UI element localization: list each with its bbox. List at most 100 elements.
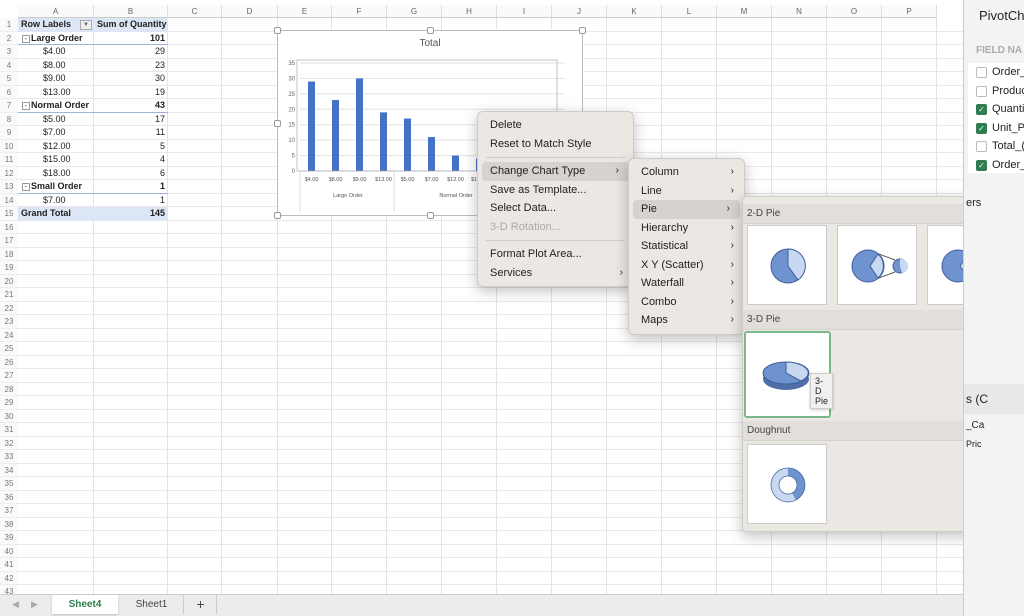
- row-header[interactable]: 39: [0, 531, 18, 545]
- resize-handle[interactable]: [579, 27, 586, 34]
- row-header[interactable]: 31: [0, 423, 18, 437]
- row-header[interactable]: 29: [0, 396, 18, 410]
- pivot-cell[interactable]: 30: [94, 72, 168, 86]
- pivot-cell[interactable]: $13.00: [40, 86, 94, 100]
- menu-save-template[interactable]: Save as Template...: [478, 181, 633, 200]
- menu-reset-style[interactable]: Reset to Match Style: [478, 135, 633, 154]
- field-checkbox[interactable]: ✓: [976, 122, 987, 134]
- row-header[interactable]: 37: [0, 504, 18, 518]
- chart-type-x-y-scatter-[interactable]: X Y (Scatter) ›: [629, 256, 744, 275]
- pivot-cell[interactable]: 23: [94, 59, 168, 73]
- 3d-pie-option[interactable]: 3-D Pie: [744, 331, 833, 418]
- column-header[interactable]: H: [442, 5, 497, 18]
- field-checkbox[interactable]: [976, 67, 987, 78]
- pivot-cell[interactable]: 145: [94, 207, 168, 221]
- pivot-cell[interactable]: $8.00: [40, 59, 94, 73]
- row-header[interactable]: 12: [0, 166, 18, 180]
- chart-type-maps[interactable]: Maps ›: [629, 311, 744, 330]
- menu-format-plot-area[interactable]: Format Plot Area...: [478, 245, 633, 264]
- row-header[interactable]: 2: [0, 31, 18, 45]
- row-header[interactable]: 16: [0, 220, 18, 234]
- row-header[interactable]: 1: [0, 18, 18, 32]
- row-header[interactable]: 35: [0, 477, 18, 491]
- bar[interactable]: [308, 81, 315, 171]
- pivot-cell[interactable]: 17: [94, 113, 168, 127]
- doughnut-option[interactable]: [747, 444, 827, 524]
- add-sheet-button[interactable]: +: [185, 595, 217, 614]
- scroll-left-icon[interactable]: ◀: [12, 599, 19, 610]
- resize-handle[interactable]: [274, 27, 281, 34]
- bar[interactable]: [380, 112, 387, 171]
- values-item[interactable]: _Ca: [966, 420, 984, 431]
- row-header[interactable]: 38: [0, 517, 18, 531]
- field-checkbox[interactable]: [976, 141, 987, 152]
- pivot-cell[interactable]: 19: [94, 86, 168, 100]
- row-header[interactable]: 41: [0, 558, 18, 572]
- pivot-cell[interactable]: Small Order: [28, 180, 94, 194]
- chart-type-column[interactable]: Column ›: [629, 163, 744, 182]
- column-header[interactable]: O: [827, 5, 882, 18]
- column-header[interactable]: P: [882, 5, 937, 18]
- row-header[interactable]: 23: [0, 315, 18, 329]
- column-header[interactable]: F: [332, 5, 387, 18]
- pivot-cell[interactable]: Normal Order: [28, 99, 94, 113]
- row-header[interactable]: 27: [0, 369, 18, 383]
- pivot-cell[interactable]: $12.00: [40, 140, 94, 154]
- bar[interactable]: [356, 78, 363, 171]
- pivot-cell[interactable]: 5: [94, 140, 168, 154]
- column-header[interactable]: J: [552, 5, 607, 18]
- row-header[interactable]: 24: [0, 328, 18, 342]
- pivot-cell[interactable]: 6: [94, 167, 168, 181]
- pivot-cell[interactable]: 43: [94, 99, 168, 113]
- pivot-cell[interactable]: $7.00: [40, 194, 94, 208]
- row-header[interactable]: 21: [0, 288, 18, 302]
- resize-handle[interactable]: [274, 120, 281, 127]
- row-header[interactable]: 28: [0, 382, 18, 396]
- row-header[interactable]: 34: [0, 463, 18, 477]
- pivot-cell[interactable]: 1: [94, 194, 168, 208]
- row-header[interactable]: 15: [0, 207, 18, 221]
- field-checkbox[interactable]: [976, 85, 987, 97]
- column-header[interactable]: M: [717, 5, 772, 18]
- pivot-cell[interactable]: $4.00: [40, 45, 94, 59]
- pivot-cell[interactable]: $7.00: [40, 126, 94, 140]
- sheet-tab-sheet4[interactable]: Sheet4: [52, 595, 118, 614]
- row-header[interactable]: 42: [0, 571, 18, 585]
- pivot-cell[interactable]: Large Order: [28, 32, 94, 46]
- row-header[interactable]: 11: [0, 153, 18, 167]
- pie-chart-option[interactable]: [747, 225, 827, 305]
- column-header[interactable]: K: [607, 5, 662, 18]
- column-header[interactable]: A: [18, 5, 94, 18]
- resize-handle[interactable]: [427, 212, 434, 219]
- bar[interactable]: [428, 137, 435, 171]
- column-header[interactable]: N: [772, 5, 827, 18]
- row-header[interactable]: 17: [0, 234, 18, 248]
- row-header[interactable]: 14: [0, 193, 18, 207]
- pivot-cell[interactable]: $15.00: [40, 153, 94, 167]
- pivot-cell[interactable]: $18.00: [40, 167, 94, 181]
- chart-type-combo[interactable]: Combo ›: [629, 293, 744, 312]
- resize-handle[interactable]: [274, 212, 281, 219]
- menu-change-chart-type[interactable]: Change Chart Type ›: [482, 162, 629, 181]
- pivot-cell[interactable]: 1: [94, 180, 168, 194]
- scroll-right-icon[interactable]: ▶: [31, 599, 38, 610]
- field-checkbox[interactable]: ✓: [976, 159, 987, 171]
- bar[interactable]: [404, 118, 411, 171]
- sheet-tab-sheet1[interactable]: Sheet1: [120, 595, 184, 614]
- chart-type-hierarchy[interactable]: Hierarchy ›: [629, 219, 744, 238]
- row-header[interactable]: 5: [0, 72, 18, 86]
- pivot-cell[interactable]: Sum of Quantity: [94, 18, 168, 32]
- menu-services[interactable]: Services ›: [478, 264, 633, 283]
- row-header[interactable]: 22: [0, 301, 18, 315]
- filter-dropdown-icon[interactable]: ▼: [80, 20, 92, 30]
- row-header[interactable]: 8: [0, 112, 18, 126]
- row-header[interactable]: 43: [0, 585, 18, 594]
- row-header[interactable]: 10: [0, 139, 18, 153]
- bar[interactable]: [452, 155, 459, 171]
- row-header[interactable]: 19: [0, 261, 18, 275]
- row-header[interactable]: 32: [0, 436, 18, 450]
- row-header[interactable]: 33: [0, 450, 18, 464]
- pie-of-pie-option[interactable]: [837, 225, 917, 305]
- chart-type-statistical[interactable]: Statistical ›: [629, 237, 744, 256]
- values-item[interactable]: Pric: [966, 439, 982, 449]
